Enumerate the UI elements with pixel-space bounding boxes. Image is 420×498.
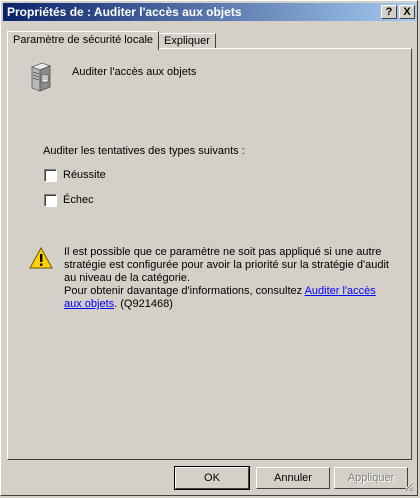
resize-grip-icon[interactable] xyxy=(402,480,414,492)
warning-text: Il est possible que ce paramètre ne soit… xyxy=(64,246,389,284)
apply-button[interactable]: Appliquer xyxy=(334,467,408,489)
title-bar[interactable]: Propriétés de : Auditer l'accès aux obje… xyxy=(3,3,417,21)
policy-name: Auditer l'accès aux objets xyxy=(72,66,197,78)
warning-message: Il est possible que ce paramètre ne soit… xyxy=(64,246,394,311)
failure-checkbox[interactable] xyxy=(44,193,57,207)
failure-label[interactable]: Échec xyxy=(63,194,94,206)
audit-attempts-label: Auditer les tentatives des types suivant… xyxy=(43,145,245,157)
ok-button[interactable]: OK xyxy=(174,466,250,490)
tab-explain[interactable]: Expliquer xyxy=(158,33,216,49)
tab-local-security-setting[interactable]: Paramètre de sécurité locale xyxy=(7,31,160,50)
cancel-button[interactable]: Annuler xyxy=(256,467,330,489)
success-option[interactable]: Réussite xyxy=(44,168,106,182)
warning-icon xyxy=(29,247,53,269)
failure-option[interactable]: Échec xyxy=(44,193,94,207)
more-info-prefix: Pour obtenir davantage d'informations, c… xyxy=(64,285,305,297)
help-button[interactable]: ? xyxy=(381,5,397,19)
success-label[interactable]: Réussite xyxy=(63,169,106,181)
properties-dialog: Propriétés de : Auditer l'accès aux obje… xyxy=(0,0,418,496)
close-button[interactable]: X xyxy=(399,5,415,19)
kb-reference: . (Q921468) xyxy=(114,298,173,310)
window-title: Propriétés de : Auditer l'accès aux obje… xyxy=(7,5,242,19)
server-icon xyxy=(30,62,52,92)
tab-panel: Auditer l'accès aux objets Auditer les t… xyxy=(7,48,412,460)
success-checkbox[interactable] xyxy=(44,168,57,182)
